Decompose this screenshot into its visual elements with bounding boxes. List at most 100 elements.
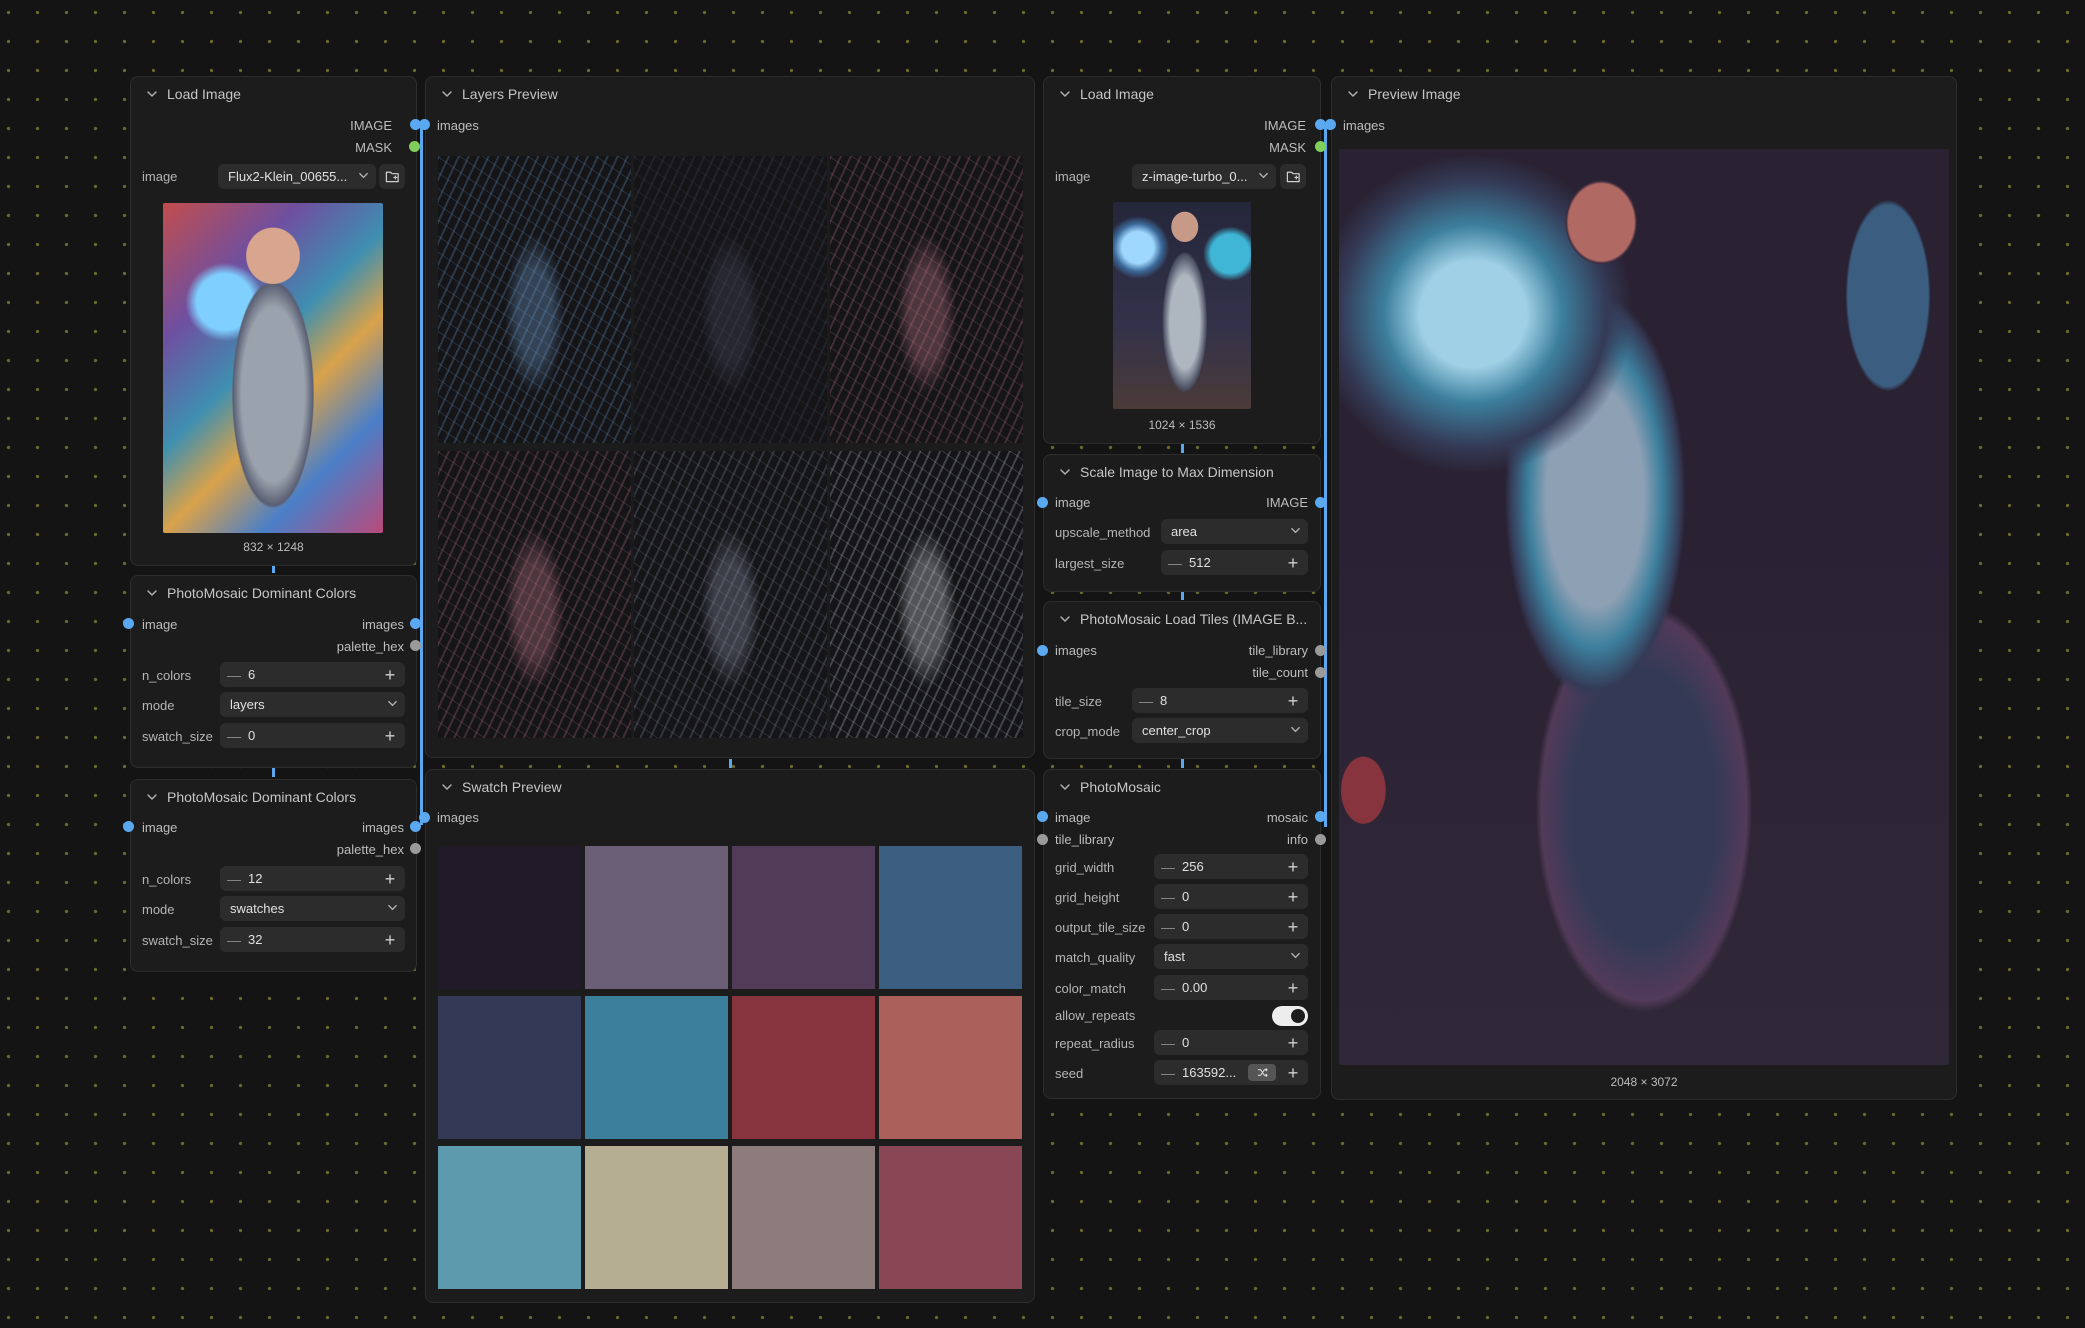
output-palette-dot[interactable] bbox=[410, 640, 421, 651]
plus-icon[interactable]: + bbox=[1278, 692, 1308, 710]
node-swatch-preview[interactable]: Swatch Preview images bbox=[425, 769, 1035, 1303]
upload-folder-icon[interactable] bbox=[1280, 164, 1306, 189]
input-image-dot[interactable] bbox=[123, 618, 134, 629]
plus-icon[interactable]: + bbox=[1278, 979, 1308, 997]
output-image-dot[interactable] bbox=[1315, 497, 1326, 508]
node-header[interactable]: PhotoMosaic Dominant Colors bbox=[131, 780, 416, 814]
grid-width-stepper[interactable]: — 256 + bbox=[1154, 854, 1308, 879]
output-mask-dot[interactable] bbox=[1315, 141, 1326, 152]
output-tile-size-stepper[interactable]: — 0 + bbox=[1154, 914, 1308, 939]
chevron-down-icon[interactable] bbox=[436, 781, 458, 793]
match-quality-select[interactable]: fast bbox=[1154, 944, 1308, 969]
minus-icon[interactable]: — bbox=[220, 667, 248, 683]
node-header[interactable]: PhotoMosaic Dominant Colors bbox=[131, 576, 416, 610]
minus-icon[interactable]: — bbox=[1161, 555, 1189, 571]
chevron-down-icon[interactable] bbox=[436, 88, 458, 100]
swatch-size-stepper[interactable]: — 0 + bbox=[220, 723, 405, 748]
node-header[interactable]: Layers Preview bbox=[426, 77, 1034, 111]
image-file-select[interactable]: z-image-turbo_0... bbox=[1132, 164, 1276, 189]
minus-icon[interactable]: — bbox=[220, 932, 248, 948]
minus-icon[interactable]: — bbox=[1154, 1065, 1182, 1081]
node-layers-preview[interactable]: Layers Preview images bbox=[425, 76, 1035, 758]
input-images-dot[interactable] bbox=[419, 812, 430, 823]
node-photomosaic[interactable]: PhotoMosaic image tile_library mosaic in… bbox=[1043, 769, 1321, 1099]
output-palette-dot[interactable] bbox=[410, 843, 421, 854]
plus-icon[interactable]: + bbox=[1278, 918, 1308, 936]
input-image-dot[interactable] bbox=[1037, 497, 1048, 508]
chevron-down-icon[interactable] bbox=[1054, 781, 1076, 793]
chevron-down-icon[interactable] bbox=[1342, 88, 1364, 100]
input-images-dot[interactable] bbox=[1037, 645, 1048, 656]
node-header[interactable]: PhotoMosaic bbox=[1044, 770, 1320, 804]
tile-size-stepper[interactable]: — 8 + bbox=[1132, 688, 1308, 713]
output-images-dot[interactable] bbox=[410, 618, 421, 629]
allow-repeats-label: allow_repeats bbox=[1055, 1008, 1136, 1023]
chevron-down-icon[interactable] bbox=[1054, 466, 1076, 478]
upscale-method-select[interactable]: area bbox=[1161, 519, 1308, 544]
color-match-stepper[interactable]: — 0.00 + bbox=[1154, 975, 1308, 1000]
minus-icon[interactable]: — bbox=[1154, 859, 1182, 875]
repeat-radius-stepper[interactable]: — 0 + bbox=[1154, 1030, 1308, 1055]
node-header[interactable]: Load Image bbox=[131, 77, 416, 111]
grid-height-stepper[interactable]: — 0 + bbox=[1154, 884, 1308, 909]
n-colors-stepper[interactable]: — 12 + bbox=[220, 866, 405, 891]
minus-icon[interactable]: — bbox=[220, 871, 248, 887]
shuffle-icon[interactable] bbox=[1248, 1064, 1276, 1081]
output-tile-count-dot[interactable] bbox=[1315, 667, 1326, 678]
node-preview-image[interactable]: Preview Image images 2048 × 3072 bbox=[1331, 76, 1957, 1100]
node-scale-image[interactable]: Scale Image to Max Dimension image IMAGE… bbox=[1043, 454, 1321, 592]
node-header[interactable]: Scale Image to Max Dimension bbox=[1044, 455, 1320, 489]
node-load-image-1[interactable]: Load Image IMAGE MASK image Flux2-Klein_… bbox=[130, 76, 417, 566]
minus-icon[interactable]: — bbox=[1132, 693, 1160, 709]
plus-icon[interactable]: + bbox=[1278, 858, 1308, 876]
mode-select[interactable]: swatches bbox=[220, 896, 405, 921]
plus-icon[interactable]: + bbox=[375, 870, 405, 888]
node-dominant-colors-1[interactable]: PhotoMosaic Dominant Colors image images… bbox=[130, 575, 417, 768]
chevron-down-icon[interactable] bbox=[1054, 613, 1076, 625]
minus-icon[interactable]: — bbox=[1154, 919, 1182, 935]
node-header[interactable]: PhotoMosaic Load Tiles (IMAGE B... bbox=[1044, 602, 1320, 636]
output-images-dot[interactable] bbox=[410, 821, 421, 832]
chevron-down-icon[interactable] bbox=[1054, 88, 1076, 100]
plus-icon[interactable]: + bbox=[1278, 1034, 1308, 1052]
plus-icon[interactable]: + bbox=[1278, 554, 1308, 572]
minus-icon[interactable]: — bbox=[1154, 980, 1182, 996]
chevron-down-icon[interactable] bbox=[141, 88, 163, 100]
output-mask-dot[interactable] bbox=[409, 141, 420, 152]
chevron-down-icon[interactable] bbox=[141, 587, 163, 599]
node-dominant-colors-2[interactable]: PhotoMosaic Dominant Colors image images… bbox=[130, 779, 417, 972]
node-header[interactable]: Preview Image bbox=[1332, 77, 1956, 111]
plus-icon[interactable]: + bbox=[375, 931, 405, 949]
chevron-down-icon[interactable] bbox=[141, 791, 163, 803]
plus-icon[interactable]: + bbox=[375, 727, 405, 745]
minus-icon[interactable]: — bbox=[220, 728, 248, 744]
allow-repeats-toggle[interactable] bbox=[1272, 1006, 1308, 1026]
plus-icon[interactable]: + bbox=[1278, 888, 1308, 906]
plus-icon[interactable]: + bbox=[1278, 1064, 1308, 1082]
output-mosaic-dot[interactable] bbox=[1315, 811, 1326, 822]
input-image-dot[interactable] bbox=[1037, 811, 1048, 822]
output-images-label: images bbox=[362, 617, 404, 632]
minus-icon[interactable]: — bbox=[1154, 889, 1182, 905]
input-images-dot[interactable] bbox=[419, 119, 430, 130]
node-load-image-2[interactable]: Load Image IMAGE MASK image z-image-turb… bbox=[1043, 76, 1321, 444]
node-header[interactable]: Swatch Preview bbox=[426, 770, 1034, 804]
input-image-dot[interactable] bbox=[123, 821, 134, 832]
node-load-tiles[interactable]: PhotoMosaic Load Tiles (IMAGE B... image… bbox=[1043, 601, 1321, 759]
swatch-size-stepper[interactable]: — 32 + bbox=[220, 927, 405, 952]
seed-stepper[interactable]: — 163592... + bbox=[1154, 1060, 1308, 1085]
output-info-dot[interactable] bbox=[1315, 834, 1326, 845]
image-file-select[interactable]: Flux2-Klein_00655... bbox=[218, 164, 376, 189]
swatch-cell bbox=[732, 846, 875, 989]
node-header[interactable]: Load Image bbox=[1044, 77, 1320, 111]
input-images-dot[interactable] bbox=[1325, 119, 1336, 130]
plus-icon[interactable]: + bbox=[375, 666, 405, 684]
n-colors-stepper[interactable]: — 6 + bbox=[220, 662, 405, 687]
input-tile-library-dot[interactable] bbox=[1037, 834, 1048, 845]
largest-size-stepper[interactable]: — 512 + bbox=[1161, 550, 1308, 575]
minus-icon[interactable]: — bbox=[1154, 1035, 1182, 1051]
mode-select[interactable]: layers bbox=[220, 692, 405, 717]
upload-folder-icon[interactable] bbox=[379, 164, 405, 189]
output-tile-library-dot[interactable] bbox=[1315, 645, 1326, 656]
crop-mode-select[interactable]: center_crop bbox=[1132, 718, 1308, 743]
